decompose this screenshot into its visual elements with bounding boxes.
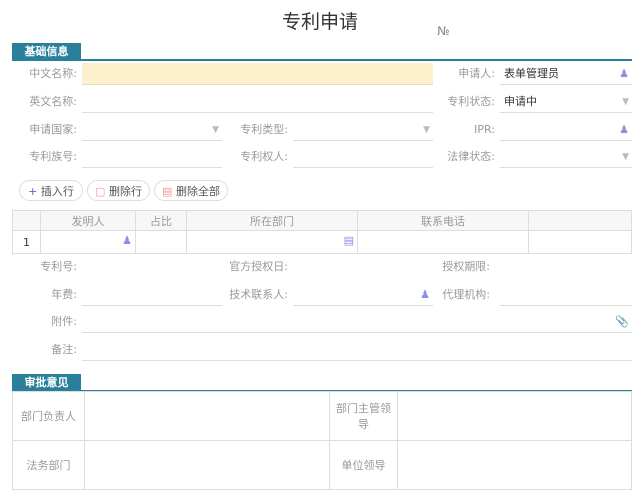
- row-index: 1: [12, 230, 41, 254]
- unit-leader-label: 单位领导: [329, 440, 398, 490]
- page-title: 专利申请: [281, 11, 358, 33]
- agency-label: 代理机构:: [442, 288, 490, 301]
- insert-row-button[interactable]: + 插入行: [19, 180, 83, 201]
- user-icon[interactable]: ♟: [122, 234, 132, 247]
- section-tab-approval: 审批意见: [12, 374, 81, 391]
- dept-leader-label: 部门主管领导: [329, 391, 398, 441]
- attachment-label: 附件:: [51, 315, 77, 328]
- agency-input[interactable]: [500, 284, 632, 306]
- grant-date-label: 官方授权日:: [229, 260, 288, 273]
- trash-icon: ▢: [95, 185, 106, 198]
- applicant-input[interactable]: 表单管理员 ♟: [500, 63, 632, 85]
- family-label: 专利族号:: [29, 150, 77, 163]
- country-label: 申请国家:: [29, 123, 77, 136]
- tech-contact-label: 技术联系人:: [229, 288, 288, 301]
- delete-row-button[interactable]: ▢ 删除行: [87, 180, 150, 201]
- delete-all-label: 删除全部: [175, 185, 220, 198]
- ipr-input[interactable]: ♟: [500, 119, 632, 141]
- legal-select[interactable]: ▼: [500, 146, 632, 168]
- ipr-label: IPR:: [474, 123, 495, 136]
- section-divider: [12, 59, 632, 61]
- type-label: 专利类型:: [240, 123, 288, 136]
- header-dept: 所在部门: [186, 210, 358, 231]
- dept-cell[interactable]: ▤: [186, 230, 358, 254]
- cn-name-label: 中文名称:: [29, 67, 77, 80]
- dept-leader-opinion[interactable]: [397, 391, 632, 441]
- dropdown-arrow-icon: ▼: [622, 152, 629, 162]
- header-inventor: 发明人: [40, 210, 136, 231]
- plus-icon: +: [28, 185, 38, 198]
- user-icon[interactable]: ♟: [619, 63, 629, 85]
- header-phone: 联系电话: [357, 210, 529, 231]
- dept-head-opinion[interactable]: [84, 391, 330, 441]
- table-row: 1 ♟ ▤: [12, 230, 632, 254]
- section-tab-basic: 基础信息: [12, 43, 81, 60]
- fee-label: 年费:: [51, 288, 77, 301]
- legal-label: 法律状态:: [447, 150, 495, 163]
- country-select[interactable]: ▼: [82, 119, 222, 141]
- inventor-table: 发明人 占比 所在部门 联系电话 1 ♟ ▤: [12, 210, 632, 254]
- status-value: 申请中: [504, 95, 537, 108]
- user-icon[interactable]: ♟: [619, 119, 629, 141]
- approval-row: 法务部门 单位领导: [12, 440, 632, 490]
- fee-input[interactable]: [82, 284, 222, 306]
- phone-cell[interactable]: [357, 230, 529, 254]
- inventor-cell[interactable]: ♟: [40, 230, 136, 254]
- header-empty: [528, 210, 632, 231]
- table-header: 发明人 占比 所在部门 联系电话: [12, 210, 632, 231]
- header-ratio: 占比: [135, 210, 187, 231]
- holder-input[interactable]: [293, 146, 433, 168]
- number-label: №: [437, 24, 450, 38]
- en-name-label: 英文名称:: [29, 95, 77, 108]
- patent-no-label: 专利号:: [40, 260, 77, 273]
- delete-all-button[interactable]: ▤ 删除全部: [154, 180, 228, 201]
- header-index: [12, 210, 41, 231]
- dept-head-label: 部门负责人: [12, 391, 85, 441]
- insert-row-label: 插入行: [40, 185, 74, 198]
- approval-table: 部门负责人 部门主管领导 法务部门 单位领导: [12, 391, 632, 490]
- remark-input[interactable]: [82, 339, 632, 361]
- legal-dept-opinion[interactable]: [84, 440, 330, 490]
- cn-name-input[interactable]: [82, 63, 433, 85]
- applicant-label: 申请人:: [458, 67, 495, 80]
- paperclip-icon[interactable]: 📎: [615, 311, 629, 333]
- ratio-cell[interactable]: [135, 230, 187, 254]
- holder-label: 专利权人:: [240, 150, 288, 163]
- attachment-input[interactable]: 📎: [82, 311, 632, 333]
- status-label: 专利状态:: [447, 95, 495, 108]
- family-input[interactable]: [82, 146, 222, 168]
- delete-row-label: 删除行: [108, 185, 142, 198]
- delete-all-icon: ▤: [162, 185, 173, 198]
- remark-label: 备注:: [51, 343, 77, 356]
- approval-row: 部门负责人 部门主管领导: [12, 391, 632, 441]
- term-label: 授权期限:: [442, 260, 490, 273]
- unit-leader-opinion[interactable]: [397, 440, 632, 490]
- en-name-input[interactable]: [82, 91, 433, 113]
- empty-cell: [528, 230, 632, 254]
- applicant-value: 表单管理员: [504, 67, 559, 80]
- legal-dept-label: 法务部门: [12, 440, 85, 490]
- dept-picker-icon[interactable]: ▤: [344, 234, 354, 247]
- type-select[interactable]: ▼: [293, 119, 433, 141]
- dropdown-arrow-icon: ▼: [622, 97, 629, 107]
- status-select[interactable]: 申请中 ▼: [500, 91, 632, 113]
